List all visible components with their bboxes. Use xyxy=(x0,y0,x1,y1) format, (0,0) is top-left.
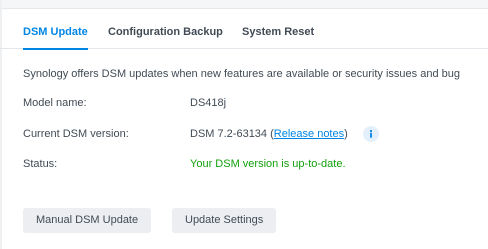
tab-configuration-backup[interactable]: Configuration Backup xyxy=(108,10,223,49)
top-edge xyxy=(0,0,488,9)
tab-dsm-update[interactable]: DSM Update xyxy=(23,10,88,50)
dsm-version-value-group: DSM 7.2-63134 (Release notes) xyxy=(190,128,348,140)
open-paren: ( xyxy=(267,128,274,140)
manual-dsm-update-button[interactable]: Manual DSM Update xyxy=(23,208,152,233)
model-name-value: DS418j xyxy=(190,97,227,109)
tab-system-reset[interactable]: System Reset xyxy=(242,10,314,49)
info-icon[interactable] xyxy=(363,126,379,142)
status-label: Status: xyxy=(23,158,58,170)
update-description: Synology offers DSM updates when new fea… xyxy=(23,68,460,80)
release-notes-link[interactable]: Release notes xyxy=(274,128,344,140)
dsm-version-value: DSM 7.2-63134 xyxy=(190,128,268,140)
status-value: Your DSM version is up-to-date. xyxy=(190,158,346,170)
dsm-version-label: Current DSM version: xyxy=(23,128,129,140)
close-paren: ) xyxy=(344,128,348,140)
update-settings-button[interactable]: Update Settings xyxy=(172,208,277,233)
model-name-label: Model name: xyxy=(23,97,87,109)
tab-bar: DSM Update Configuration Backup System R… xyxy=(0,10,488,50)
dsm-update-panel: DSM Update Configuration Backup System R… xyxy=(0,0,488,249)
